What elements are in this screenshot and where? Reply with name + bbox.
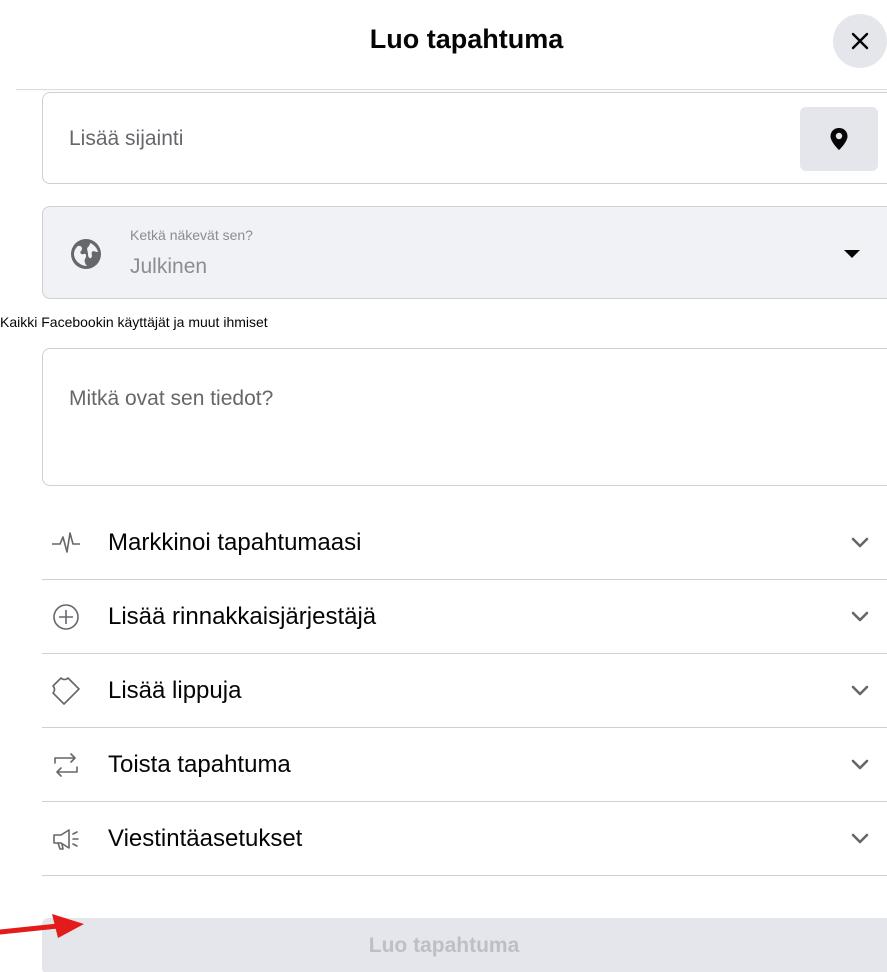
location-pin-button[interactable] (800, 107, 878, 171)
create-event-label: Luo tapahtuma (368, 934, 520, 957)
section-row-repeat-event[interactable]: Toista tapahtuma (42, 728, 887, 802)
plus-circle-icon (53, 604, 79, 630)
location-placeholder: Lisää sijainti (69, 127, 184, 150)
create-event-button[interactable]: Luo tapahtuma (42, 918, 887, 972)
caret-down-icon (844, 250, 860, 258)
globe-icon (71, 239, 101, 269)
chevron-down-icon (851, 833, 869, 844)
details-textarea[interactable]: Mitkä ovat sen tiedot? (42, 348, 887, 486)
megaphone-icon (53, 829, 79, 850)
chevron-down-icon (851, 537, 869, 548)
section-label: Markkinoi tapahtumaasi (108, 529, 362, 556)
chevron-down-icon (851, 685, 869, 696)
privacy-value: Julkinen (130, 255, 208, 278)
section-label: Lisää rinnakkaisjärjestäjä (108, 603, 377, 630)
section-row-communication-settings[interactable]: Viestintäasetukset (42, 802, 887, 876)
section-row-add-cohost[interactable]: Lisää rinnakkaisjärjestäjä (42, 580, 887, 654)
dialog-title: Luo tapahtuma (369, 24, 564, 54)
close-button[interactable] (833, 14, 887, 68)
location-input[interactable]: Lisää sijainti (42, 92, 887, 184)
header-divider (16, 89, 887, 90)
section-row-market-event[interactable]: Markkinoi tapahtumaasi (42, 506, 887, 580)
close-icon (851, 32, 869, 50)
repeat-icon (54, 753, 78, 777)
privacy-label: Ketkä näkevät sen? (130, 227, 253, 243)
section-row-add-tickets[interactable]: Lisää lippuja (42, 654, 887, 728)
chevron-down-icon (851, 759, 869, 770)
ticket-icon (52, 677, 80, 705)
privacy-select[interactable]: Ketkä näkevät sen? Julkinen (42, 206, 887, 299)
pulse-icon (52, 532, 80, 553)
section-label: Toista tapahtuma (108, 751, 291, 778)
section-label: Viestintäasetukset (108, 825, 303, 852)
red-arrow-annotation (0, 914, 84, 938)
chevron-down-icon (851, 611, 869, 622)
privacy-helper-text: Kaikki Facebookin käyttäjät ja muut ihmi… (0, 314, 268, 330)
dialog-header: Luo tapahtuma (0, 0, 887, 88)
map-pin-icon (830, 128, 848, 150)
details-placeholder: Mitkä ovat sen tiedot? (69, 387, 274, 410)
section-label: Lisää lippuja (108, 677, 242, 704)
